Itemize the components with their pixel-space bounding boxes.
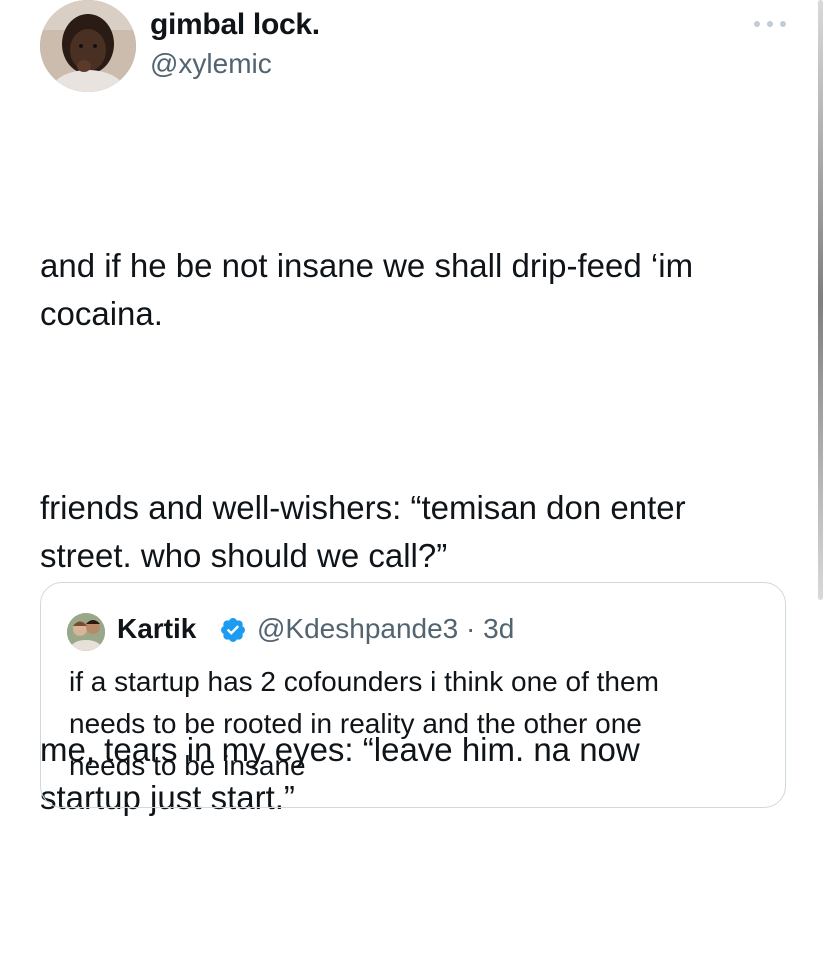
verified-badge-icon (221, 618, 245, 642)
quoted-tweet-text: if a startup has 2 cofounders i think on… (69, 666, 659, 781)
quoted-handle-timestamp: @Kdeshpande3 · 3d (257, 613, 515, 644)
more-icon[interactable] (754, 16, 786, 32)
quoted-author-avatar (67, 613, 105, 651)
more-dot (754, 21, 760, 27)
scrollbar[interactable] (818, 0, 823, 600)
tweet-text: and if he be not insane we shall drip-fe… (40, 146, 780, 968)
more-dot (780, 21, 786, 27)
quoted-tweet-card[interactable]: Kartik @Kdeshpande3 · 3d if a startup ha… (40, 582, 786, 808)
author-handle[interactable]: @xylemic (150, 48, 272, 80)
quoted-display-name: Kartik (117, 613, 197, 644)
more-dot (767, 21, 773, 27)
tweet-paragraph: friends and well-wishers: “temisan don e… (40, 489, 686, 574)
author-avatar[interactable] (40, 0, 136, 92)
tweet-paragraph: and if he be not insane we shall drip-fe… (40, 247, 694, 332)
author-display-name[interactable]: gimbal lock. (150, 8, 320, 42)
